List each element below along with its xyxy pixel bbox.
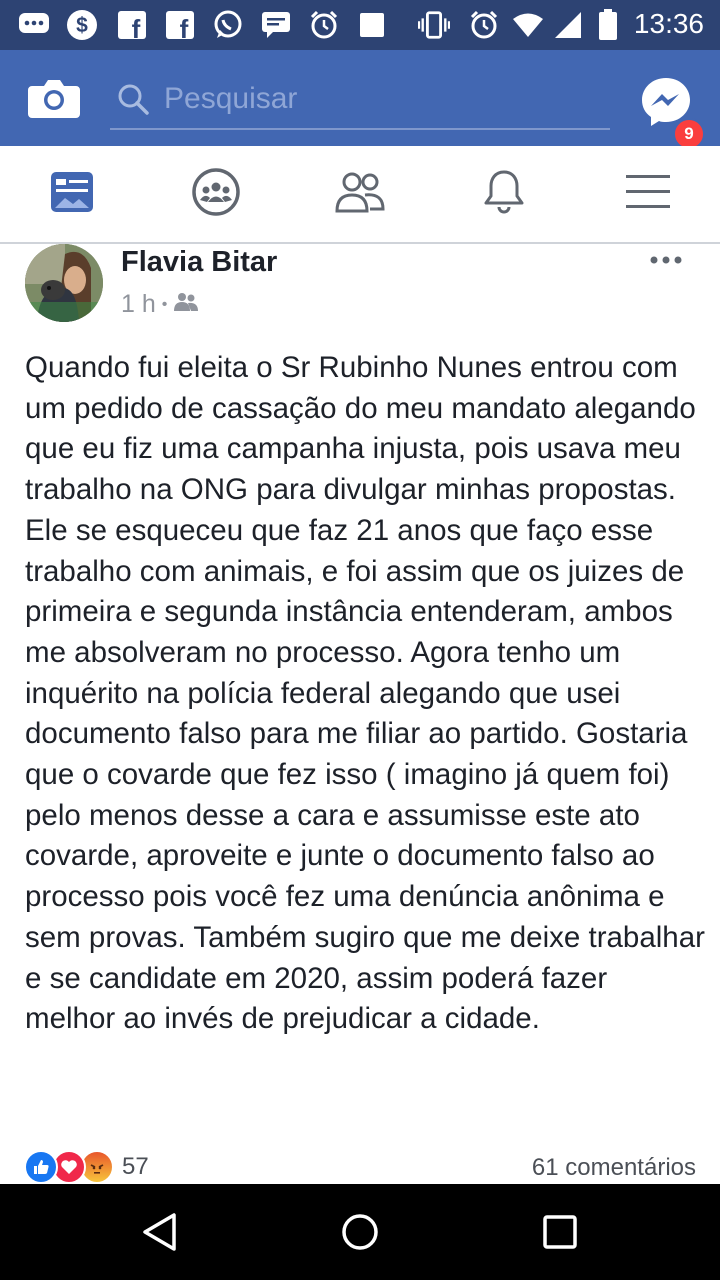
author-name[interactable]: Flavia Bitar <box>121 246 277 279</box>
app-bar: Pesquisar 9 <box>0 50 720 150</box>
svg-text:f: f <box>180 14 189 39</box>
bell-icon <box>482 168 526 221</box>
facebook-icon: f <box>164 9 196 41</box>
alarm-icon <box>468 9 500 41</box>
tab-notifications[interactable] <box>454 146 554 242</box>
post-body: Quando fui eleita o Sr Rubinho Nunes ent… <box>25 351 705 1036</box>
reaction-count: 57 <box>122 1153 149 1180</box>
message-icon <box>260 9 292 41</box>
post: Flavia Bitar 1 h • Quando fui eleita o S… <box>0 244 720 1184</box>
signal-icon <box>552 9 584 41</box>
facebook-icon: f <box>116 9 148 41</box>
comments-count[interactable]: 61 comentários <box>532 1154 696 1182</box>
post-meta: 1 h • <box>121 290 199 319</box>
whatsapp-icon <box>212 9 244 41</box>
square-icon <box>356 9 388 41</box>
search-placeholder: Pesquisar <box>164 82 298 115</box>
post-time[interactable]: 1 h <box>121 290 156 319</box>
search-icon <box>116 82 150 121</box>
svg-text:f: f <box>132 14 141 39</box>
status-time: 13:36 <box>633 8 704 39</box>
alarm-icon <box>308 9 340 41</box>
tab-bar <box>0 146 720 244</box>
tab-menu[interactable] <box>598 146 698 242</box>
wifi-icon <box>512 9 544 41</box>
meta-separator: • <box>161 295 168 313</box>
groups-icon <box>191 167 241 222</box>
status-bar: $ f f 13:36 <box>0 0 720 50</box>
avatar[interactable] <box>25 244 103 322</box>
system-nav-bar <box>0 1184 720 1280</box>
tab-friends[interactable] <box>310 146 410 242</box>
more-options-icon[interactable] <box>648 250 688 270</box>
vibrate-icon <box>418 9 450 41</box>
battery-icon <box>592 9 624 41</box>
home-icon[interactable] <box>336 1208 384 1256</box>
recents-icon[interactable] <box>536 1208 584 1256</box>
friends-audience-icon <box>173 290 199 319</box>
menu-icon <box>625 173 671 216</box>
tab-groups[interactable] <box>166 146 266 242</box>
svg-text:$: $ <box>76 14 88 37</box>
tab-news-feed[interactable] <box>22 146 122 242</box>
camera-icon[interactable] <box>28 76 80 125</box>
chat-bubble-icon <box>18 9 50 41</box>
back-icon[interactable] <box>136 1208 184 1256</box>
dollar-icon: $ <box>66 9 98 41</box>
like-reaction-icon <box>24 1150 58 1184</box>
reactions-summary[interactable]: 57 <box>24 1150 149 1184</box>
news-feed-icon <box>49 170 95 219</box>
search-input[interactable]: Pesquisar <box>110 76 610 130</box>
friends-icon <box>334 170 386 219</box>
